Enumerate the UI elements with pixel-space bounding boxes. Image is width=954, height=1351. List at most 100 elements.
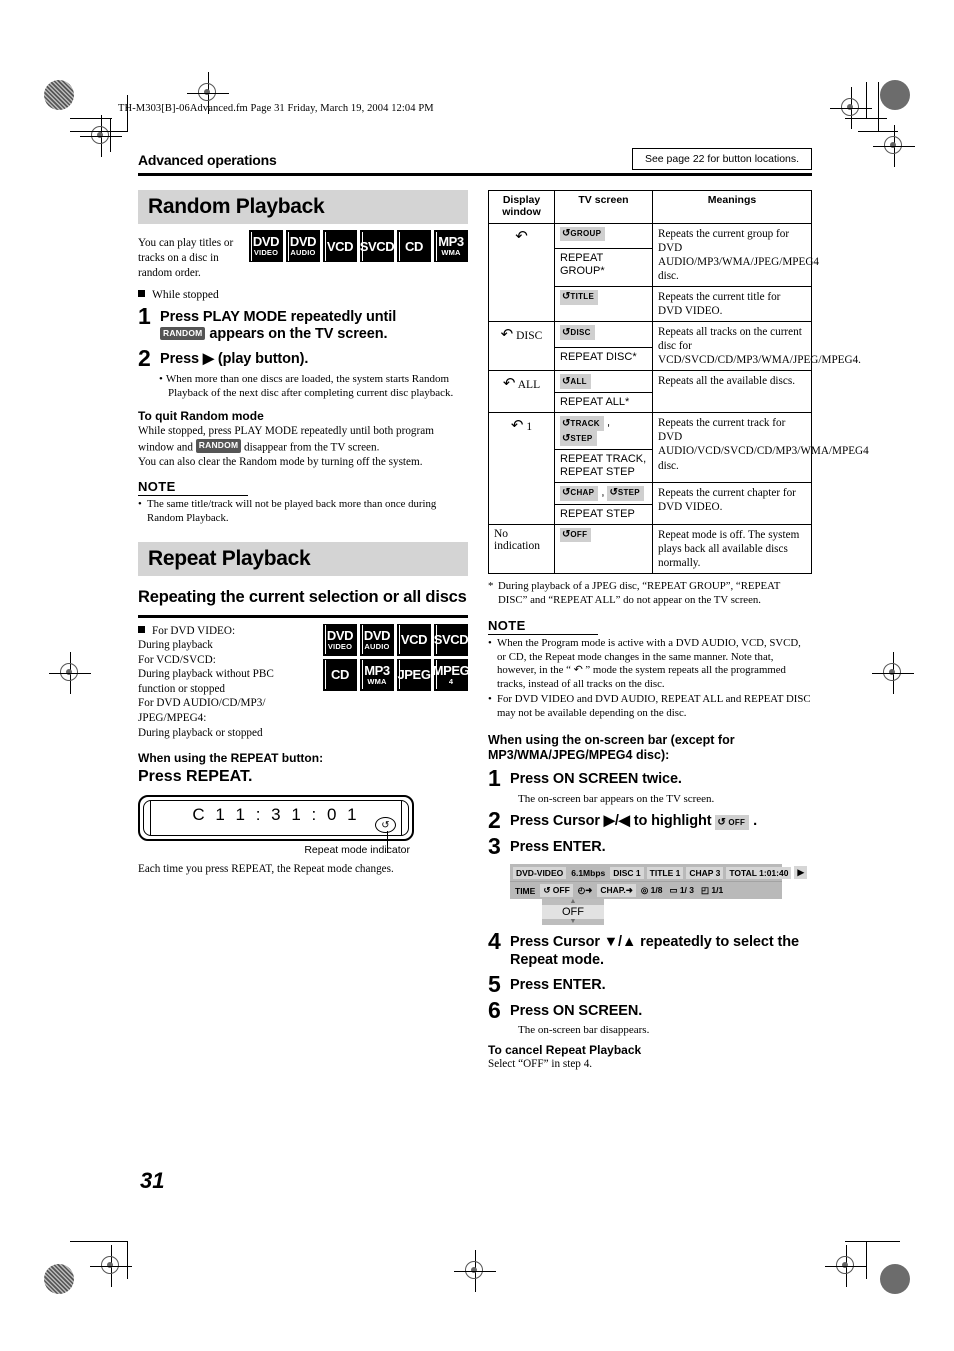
selector-value: OFF <box>542 905 604 920</box>
repeat-glyph-icon: ↺ <box>562 417 571 429</box>
registration-dot-top-left <box>44 80 74 110</box>
asterisk-icon: * <box>488 579 494 592</box>
step-number: 6 <box>488 996 501 1023</box>
step-text: Press ▶ (play button). <box>160 348 308 370</box>
step-text-a: Press ON SCREEN twice. <box>510 770 682 787</box>
tv-screen-cell: REPEAT TRACK, REPEAT STEP <box>554 448 653 483</box>
condition-line: During playback without PBC <box>138 668 274 681</box>
osd-row1-item-6[interactable]: ▶ <box>794 866 807 880</box>
osd-row2-item-5[interactable]: ▭ 1/ 3 <box>667 884 696 897</box>
osd-row1-item-4[interactable]: CHAP 3 <box>686 866 724 879</box>
random-step-2: 2 Press ▶ (play button). • When more than o… <box>138 345 468 400</box>
onscreen-bar-illustration: DVD-VIDEO 6.1Mbps DISC 1 TITLE 1 CHAP 3 TOTAL… <box>510 864 807 926</box>
osd-row2-item-3[interactable]: CHAP.➜ <box>597 884 636 898</box>
step-text-a: Press Cursor ▶/◀ to highlight <box>510 812 712 829</box>
table-row: No indication ↺OFF Repeat mode is off. The … <box>488 523 812 574</box>
repeat-note-item-2: • For DVD VIDEO and DVD AUDIO, REPEAT AL… <box>488 692 811 719</box>
badge-line-1: DVD <box>252 234 280 250</box>
onscreen-bar-row-2: TIME ↺ OFF ◴➜ CHAP.➜ ◎ 1/8 ▭ 1/ 3 ◰ 1/1 <box>510 881 782 900</box>
random-condition: While stopped <box>138 289 468 301</box>
quit-random-heading: To quit Random mode <box>138 409 264 424</box>
badge-line-2: AUDIO <box>290 248 316 258</box>
osd-row1-item-0[interactable]: DVD-VIDEO <box>513 866 567 879</box>
onscreen-bar-selector[interactable]: ▲ OFF ▼ <box>542 898 604 926</box>
display-window-cell: ↶ ALL <box>488 370 555 414</box>
disc-badge-vcd: VCD <box>397 623 431 656</box>
display-window-illustration: C 1 1 : 3 1 : 0 1 ↺ <box>138 795 414 854</box>
osd-row1-item-5[interactable]: TOTAL 1:01:40 <box>726 866 792 879</box>
step-text-a: Press Cursor ▼/▲ repeatedly to select th… <box>510 934 799 969</box>
manual-page: TH-M303[B]-06Advanced.fm Page 31 Friday,… <box>0 0 954 1351</box>
step-5: 5 Press ENTER. <box>488 972 812 996</box>
random-lead-text: You can play titles or tracks on a disc … <box>138 237 234 279</box>
step-text-a: Press PLAY MODE repeatedly until <box>160 308 397 325</box>
display-window-text: No indication <box>494 527 540 552</box>
step-number: 4 <box>488 928 501 955</box>
tv-screen-cell: ↺TITLE <box>554 285 653 323</box>
selector-down-arrow-icon[interactable]: ▼ <box>542 918 604 925</box>
badge-line-2: VIDEO <box>327 641 353 651</box>
osd-row2-item-1[interactable]: ↺ OFF <box>540 884 573 898</box>
onscreen-steps-1-3: 1 Press ON SCREEN twice. The on-screen bar… <box>488 766 812 858</box>
osd-tag-all: ↺ALL <box>560 374 591 390</box>
badge-line-1: JPEG <box>397 667 431 683</box>
step-text: Press ON SCREEN twice. <box>510 768 682 790</box>
crop-line-tr-4 <box>878 82 879 132</box>
meaning-cell: Repeats all tracks on the current disc f… <box>652 321 861 372</box>
asterisk-footnote: * During playback of a JPEG disc, “REPEA… <box>488 579 781 606</box>
repeat-mode-table: Display window TV screen Meanings ↶ ↺GROU… <box>488 190 869 574</box>
osd-row1-item-3[interactable]: TITLE 1 <box>646 866 684 879</box>
osd-row2-item-6[interactable]: ◰ 1/1 <box>699 884 725 897</box>
tv-screen-text: REPEAT STEP <box>560 507 635 520</box>
disc-badge-cd: CD <box>323 658 357 691</box>
col-display-window: Display window <box>488 190 555 224</box>
see-page-note: See page 22 for button locations. <box>632 148 812 170</box>
osd-row2-item-2[interactable]: ◴➜ <box>576 884 595 897</box>
osd-row1-item-2[interactable]: DISC 1 <box>610 866 644 879</box>
step-number: 2 <box>488 806 501 833</box>
tv-screen-text: REPEAT GROUP* <box>560 251 605 277</box>
page-title: Advanced operations <box>138 152 277 168</box>
step-number: 2 <box>138 345 151 372</box>
disc-badge-dvd-audio: DVD AUDIO <box>286 230 320 262</box>
meaning-cell: Repeats the current chapter for DVD VIDE… <box>652 481 812 525</box>
tv-screen-text: REPEAT DISC* <box>560 350 637 363</box>
onscreen-bar-row-1: DVD-VIDEO 6.1Mbps DISC 1 TITLE 1 CHAP 3 TOTAL… <box>510 864 807 882</box>
random-note-heading: NOTE <box>138 479 176 495</box>
repeat-glyph-icon: ↺ <box>562 326 571 338</box>
registration-dot-top-right <box>880 80 910 110</box>
step-text-a: Press ON SCREEN. <box>510 1002 643 1019</box>
step-text-a: Press ▶ (play button). <box>160 351 309 368</box>
osd-row1-item-1[interactable]: 6.1Mbps <box>569 867 607 879</box>
tv-screen-cell: REPEAT STEP <box>554 503 653 525</box>
left-column: Random Playback You can play titles or t… <box>138 190 470 877</box>
onscreen-bar-heading: When using the on-screen bar (except for… <box>488 732 735 763</box>
crop-line-br-1 <box>845 1241 900 1242</box>
step-text: Press Cursor ▼/▲ repeatedly to select th… <box>510 931 812 969</box>
crop-line-tr-2 <box>866 82 867 119</box>
table-row: ↶ ↺GROUP Repeats the current group for DVD… <box>488 222 819 323</box>
table-row: ↶ 1 ↺TRACK , ↺STEP Repeats the current tra… <box>488 412 869 525</box>
badge-line-1: VCD <box>326 238 354 254</box>
repeat-glyph-icon: ↺ <box>562 487 571 499</box>
callout-leader-line <box>386 831 388 854</box>
crop-line-bl-1 <box>70 1241 128 1242</box>
repeat-glyph-icon: ↺ <box>717 816 726 828</box>
osd-row2-item-4[interactable]: ◎ 1/8 <box>639 884 665 897</box>
tv-screen-cell: ↺OFF <box>554 523 653 574</box>
badge-line-1: CD <box>331 667 349 683</box>
osd-row2-item-0[interactable]: TIME <box>513 885 537 897</box>
random-steps-list: 1 Press PLAY MODE repeatedly until RANDOM … <box>138 304 468 400</box>
badge-line-2: WMA <box>441 248 461 258</box>
file-header-line: TH-M303[B]-06Advanced.fm Page 31 Friday,… <box>118 103 434 114</box>
repeat-symbol-icon: ↶ <box>502 374 516 393</box>
crosshair-top-right-outer <box>873 125 915 167</box>
random-step-1: 1 Press PLAY MODE repeatedly until RANDOM … <box>138 304 468 344</box>
registration-dot-bottom-right <box>880 1264 910 1294</box>
badge-line-1: MP3 <box>364 662 390 678</box>
tv-screen-cell: ↺TRACK , ↺STEP <box>554 412 653 450</box>
badge-line-1: MPEG <box>432 662 470 678</box>
cancel-repeat-text: Select “OFF” in step 4. <box>488 1057 593 1070</box>
osd-tag-title: ↺TITLE <box>560 289 599 305</box>
step-substep: The on-screen bar disappears. <box>518 1024 650 1037</box>
